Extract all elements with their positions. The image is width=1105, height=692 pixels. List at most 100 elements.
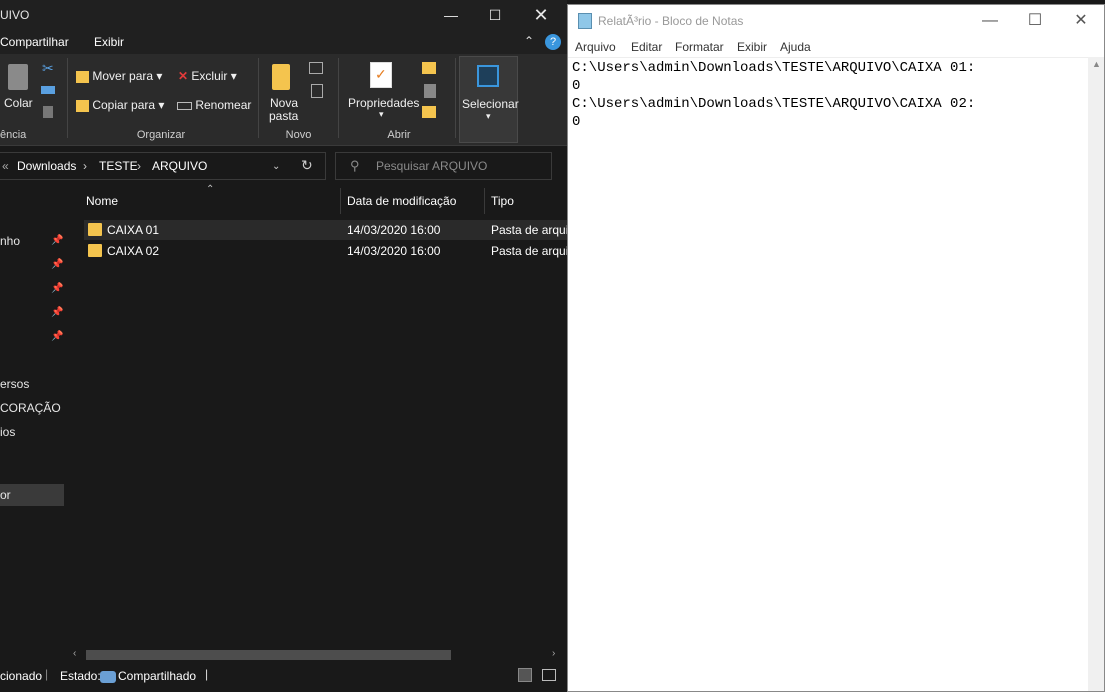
selecionar-label: Selecionar [462,97,519,111]
new-folder-icon[interactable] [272,64,290,90]
ribbon-tabs: Compartilhar Exibir ⌃ ? [0,30,567,54]
close-button[interactable]: ✕ [518,0,564,30]
menu-ajuda[interactable]: Ajuda [780,40,811,54]
rename-icon [177,101,192,110]
row-type: Pasta de arqui [491,244,569,258]
column-tipo[interactable]: Tipo [491,194,514,208]
easy-access-icon[interactable] [311,84,323,98]
breadcrumb-separator-icon: › [83,159,87,173]
history-icon[interactable] [422,106,436,118]
table-row[interactable]: CAIXA 01 14/03/2020 16:00 Pasta de arqui [84,220,569,240]
open-icon[interactable] [422,62,436,74]
excluir-button[interactable]: ✕ Excluir ▾ [178,69,237,83]
scroll-right-icon[interactable]: › [552,648,555,659]
checkmark-icon: ✓ [375,66,387,82]
column-data-modificacao[interactable]: Data de modificação [347,194,456,208]
scroll-up-icon[interactable]: ▲ [1092,59,1101,69]
ribbon-separator [258,58,259,138]
excluir-label: Excluir [191,69,228,83]
breadcrumb-downloads[interactable]: Downloads [17,159,76,173]
large-icons-view-icon[interactable] [542,669,556,681]
ribbon-separator [455,58,456,138]
scroll-left-icon[interactable]: ‹ [73,648,76,659]
ribbon-toolbar: Colar ✂ ência Mover para ▾ Copiar para ▾… [0,54,567,146]
close-button[interactable]: ✕ [1058,5,1104,37]
pin-icon: 📌 [51,259,64,270]
nav-item-ios[interactable]: ios [0,425,15,439]
help-icon[interactable]: ? [545,34,561,50]
refresh-icon[interactable]: ↻ [301,157,313,174]
breadcrumb-arquivo[interactable]: ARQUIVO [152,159,207,173]
propriedades-button[interactable]: Propriedades [348,96,419,110]
horizontal-scrollbar[interactable]: ‹ › [68,648,567,662]
breadcrumb-teste[interactable]: TESTE [99,159,138,173]
mover-para-label: Mover para [92,69,154,83]
group-area-de-transferencia: ência [0,129,27,141]
pin-icon: 📌 [51,235,64,246]
group-novo: Novo [285,129,312,141]
nav-item-computador[interactable]: or [0,488,11,502]
notepad-title-bar: RelatÃ³rio - Bloco de Notas — ☐ ✕ [568,5,1104,37]
pin-icon: 📌 [51,331,64,342]
maximize-button[interactable]: ☐ [472,0,518,30]
selecionar-button[interactable]: Selecionar ▾ [459,56,519,143]
shared-users-icon [100,671,116,683]
minimize-button[interactable]: — [967,5,1013,37]
maximize-button[interactable]: ☐ [1012,5,1058,37]
ribbon-separator [338,58,339,138]
copiar-para-button[interactable]: Copiar para ▾ [76,98,164,112]
colar-button[interactable]: Colar [4,96,33,110]
status-separator: | [45,667,49,681]
notepad-text-area[interactable]: C:\Users\admin\Downloads\TESTE\ARQUIVO\C… [568,57,1088,691]
paste-shortcut-icon[interactable] [43,106,53,118]
text-line: C:\Users\admin\Downloads\TESTE\ARQUIVO\C… [572,96,976,112]
column-separator[interactable] [484,188,485,214]
menu-arquivo[interactable]: Arquivo [575,40,616,54]
notepad-menu-bar: Arquivo Editar Formatar Exibir Ajuda [568,37,1104,57]
propriedades-dropdown-icon[interactable]: ▾ [379,109,384,120]
scrollbar-thumb[interactable] [86,650,451,660]
nav-item-coracao[interactable]: CORAÇÃO [0,401,61,415]
nova-pasta-label-2[interactable]: pasta [269,109,298,123]
explorer-title: UIVO [0,8,30,22]
text-line: 0 [572,78,581,94]
row-type: Pasta de arqui [491,223,569,237]
details-view-icon[interactable] [518,668,532,682]
minimize-button[interactable]: — [428,0,474,30]
renomear-button[interactable]: Renomear [177,98,251,112]
nova-pasta-label-1[interactable]: Nova [270,96,298,110]
chevron-down-icon[interactable]: ⌄ [272,161,280,172]
tab-compartilhar[interactable]: Compartilhar [0,35,69,49]
new-item-icon[interactable] [309,62,323,74]
cut-icon[interactable]: ✂ [42,60,54,77]
text-line: 0 [572,114,581,130]
file-list: ⌃ Nome Data de modificação Tipo CAIXA 01… [68,184,569,660]
copy-path-icon[interactable] [41,86,55,94]
menu-exibir[interactable]: Exibir [737,40,767,54]
edit-icon[interactable] [424,84,436,98]
nav-item-selected[interactable]: or [0,484,64,506]
tab-exibir[interactable]: Exibir [94,35,124,49]
collapse-ribbon-icon[interactable]: ⌃ [524,34,534,48]
column-nome[interactable]: Nome [86,194,118,208]
column-separator[interactable] [340,188,341,214]
nav-item-diversos[interactable]: ersos [0,377,29,391]
menu-formatar[interactable]: Formatar [675,40,724,54]
search-box[interactable]: ⚲ Pesquisar ARQUIVO [335,152,552,180]
vertical-scrollbar[interactable]: ▲ [1088,57,1104,691]
breadcrumb-separator-icon: › [137,159,141,173]
menu-editar[interactable]: Editar [631,40,662,54]
row-date: 14/03/2020 16:00 [347,244,441,258]
table-row[interactable]: CAIXA 02 14/03/2020 16:00 Pasta de arqui [84,241,569,261]
copy-folder-icon [76,99,89,112]
search-input[interactable]: Pesquisar ARQUIVO [376,159,487,173]
status-selected: cionado [0,669,43,683]
status-estado-label: Estado: [60,669,101,683]
address-bar[interactable]: « Downloads › TESTE › ARQUIVO ⌄ ↻ [0,152,326,180]
nav-item-quick-access[interactable]: nho [0,234,20,248]
mover-para-button[interactable]: Mover para ▾ [76,69,162,83]
breadcrumb-overflow-icon[interactable]: « [2,159,9,173]
properties-icon[interactable]: ✓ [370,62,392,88]
search-icon: ⚲ [350,158,360,173]
renomear-label: Renomear [195,98,252,112]
